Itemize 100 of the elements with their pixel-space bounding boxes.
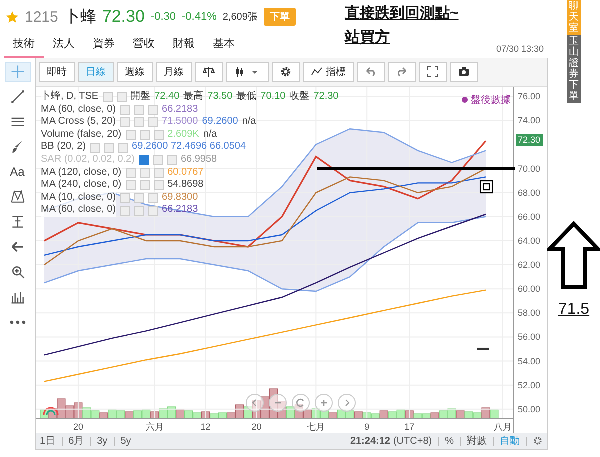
range-button[interactable]: 5y <box>120 436 132 446</box>
eye-icon[interactable] <box>138 155 149 166</box>
scroll-right-button[interactable] <box>338 394 356 412</box>
x-axis-label: 17 <box>404 422 415 432</box>
fullscreen-button[interactable] <box>419 62 447 82</box>
ohlc-value: 70.10 <box>260 91 286 104</box>
trade-volume: 2,609張 <box>222 11 258 24</box>
interval-button[interactable]: 週線 <box>117 62 153 82</box>
fullscreen-icon <box>427 66 439 78</box>
range-button[interactable]: 6月 <box>68 434 84 448</box>
indicator-name[interactable]: MA (60, close, 0) <box>41 104 116 116</box>
scale-option[interactable]: % <box>445 436 454 446</box>
undo-button[interactable] <box>357 62 385 82</box>
range-button[interactable]: 3y <box>97 436 108 446</box>
interval-button[interactable]: 月線 <box>156 62 192 82</box>
zoom-out-button[interactable] <box>269 394 287 412</box>
stock-price: 72.30 <box>102 7 145 27</box>
indicator-name[interactable]: MA (120, close, 0) <box>41 166 122 180</box>
indicator-name[interactable]: MA (240, close, 0) <box>41 179 122 192</box>
star-icon[interactable] <box>6 10 19 24</box>
y-axis-label: 76.00 <box>518 92 541 102</box>
line-icon <box>10 89 26 105</box>
indicator-value: 2.609K <box>168 128 200 142</box>
tab[interactable]: 基本 <box>204 34 244 58</box>
settings-button[interactable] <box>272 62 300 82</box>
y-axis-label: 56.00 <box>518 332 541 342</box>
scale-button[interactable] <box>195 62 223 82</box>
price-change: -0.30 <box>150 11 176 23</box>
crosshair-tool[interactable] <box>4 62 30 82</box>
indicator-value: 60.0767 <box>168 166 204 180</box>
tab[interactable]: 營收 <box>124 34 164 58</box>
scale-icon <box>203 66 215 78</box>
stock-name: 卜蜂 <box>64 8 96 28</box>
x-axis-label: 六月 <box>146 422 164 432</box>
scroll-left-button[interactable] <box>246 394 264 412</box>
range-button[interactable]: 1日 <box>40 434 56 448</box>
y-axis-label: 74.00 <box>518 116 541 126</box>
y-axis-label: 62.00 <box>518 260 541 270</box>
reset-button[interactable] <box>292 394 310 412</box>
interval-button[interactable]: 即時 <box>39 62 75 82</box>
indicator-name[interactable]: MA Cross (5, 20) <box>41 116 116 129</box>
camera-button[interactable] <box>450 62 478 82</box>
indicator-value: n/a <box>203 128 218 142</box>
dash-mark <box>478 348 490 350</box>
indicator-value: 66.9958 <box>180 154 218 167</box>
ohlc-value: 72.30 <box>314 91 339 104</box>
scale-option[interactable]: 對數 <box>467 434 487 448</box>
price-tag: 72.30 <box>516 134 543 146</box>
y-axis-label: 60.00 <box>518 284 541 294</box>
side-tab[interactable]: 玉山證券下單 <box>567 35 581 103</box>
candle-icon <box>234 66 246 78</box>
undo-icon <box>365 66 377 78</box>
redo-button[interactable] <box>388 62 416 82</box>
indicator-name[interactable]: MA (10, close, 0) <box>41 192 116 204</box>
y-axis-label: 54.00 <box>518 356 541 366</box>
status-dot <box>462 97 468 103</box>
redo-icon <box>396 66 408 78</box>
ohlc-label: 最低 <box>236 91 257 104</box>
arrow-icon <box>10 239 26 255</box>
indicator-name[interactable]: MA (60, close, 0) <box>41 204 116 217</box>
indicator-value: 66.2183 <box>162 104 198 116</box>
tab[interactable]: 資券 <box>84 34 124 58</box>
zoom-icon <box>10 264 26 280</box>
y-axis-label: 52.00 <box>518 380 541 390</box>
annotation-text: 站買方 <box>345 28 391 47</box>
ohlc-value: 72.40 <box>154 91 180 104</box>
tab[interactable]: 財報 <box>164 34 204 58</box>
y-axis-label: 58.00 <box>518 308 541 318</box>
x-axis-label: 9 <box>364 422 370 432</box>
zoom-in-button[interactable] <box>315 394 333 412</box>
annotation-value: 71.5 <box>558 301 590 319</box>
chart-type-button[interactable] <box>226 62 269 82</box>
camera-icon <box>458 66 470 78</box>
indicator-value: 69.2600 72.4696 66.0504 <box>132 141 246 154</box>
indicator-value: 69.2600 <box>202 116 238 129</box>
text-tool[interactable]: Aa <box>4 162 30 182</box>
indicators-icon <box>311 66 323 78</box>
x-axis-label: 七月 <box>307 422 326 432</box>
zigzag-icon <box>10 189 26 205</box>
more-icon <box>10 320 26 324</box>
x-axis-label: 12 <box>200 422 211 432</box>
tab[interactable]: 法人 <box>44 34 84 58</box>
x-axis-label: 20 <box>73 422 84 432</box>
percent-change: -0.41% <box>182 11 217 23</box>
zoom-in-icon <box>319 398 329 408</box>
marker-icon <box>480 180 494 194</box>
logo-icon <box>43 407 59 416</box>
x-axis-label: 20 <box>252 422 262 432</box>
crosshair-icon <box>10 64 26 80</box>
x-axis-label: 八月 <box>494 422 512 432</box>
indicator-value: 69.8300 <box>162 192 198 204</box>
indicators-button[interactable]: 指標 <box>303 62 354 82</box>
indicator-name[interactable]: Volume (false, 20) <box>41 128 122 142</box>
ohlc-label: 開盤 <box>130 91 151 104</box>
y-axis-label: 68.00 <box>518 188 541 198</box>
y-axis-label: 70.00 <box>518 164 541 174</box>
indicator-name[interactable]: BB (20, 2) <box>41 141 86 154</box>
after-hours-label[interactable]: 盤後數據 <box>471 93 511 107</box>
y-axis-label: 50.00 <box>518 404 541 414</box>
ohlc-label: 收盤 <box>290 91 310 104</box>
